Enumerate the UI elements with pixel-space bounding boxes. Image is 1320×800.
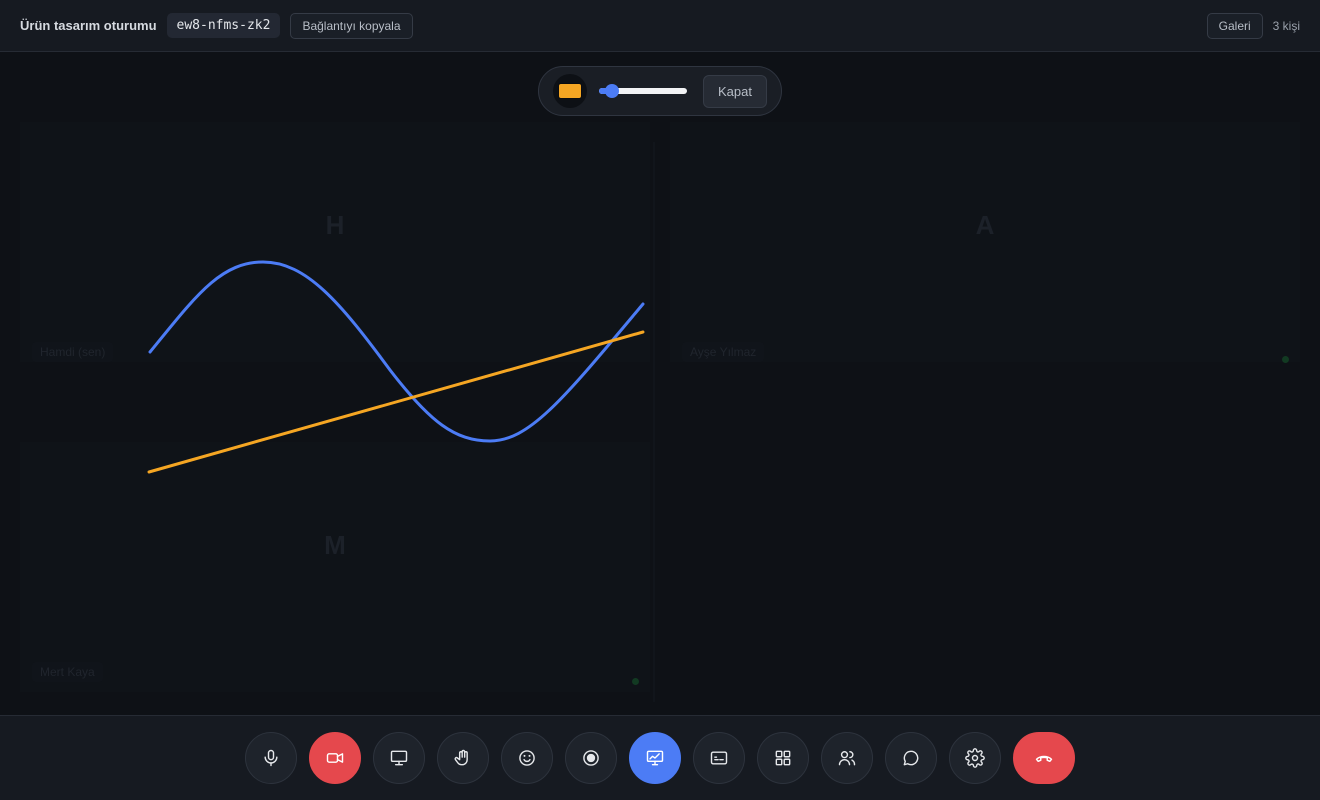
chat-icon xyxy=(901,748,921,768)
whiteboard-icon xyxy=(645,748,665,768)
pen-color-swatch xyxy=(558,83,582,99)
tile-divider xyxy=(653,142,655,702)
control-bar xyxy=(0,715,1320,800)
settings-button[interactable] xyxy=(949,732,1001,784)
participant-tile[interactable]: A Ayşe Yılmaz xyxy=(670,122,1300,363)
participant-avatar: A xyxy=(975,210,995,240)
participant-tile-self[interactable]: H Hamdi (sen) xyxy=(20,122,650,362)
participant-name: Hamdi (sen) xyxy=(32,342,114,362)
video-stage: H Hamdi (sen) A Ayşe Yılmaz M Mert Kaya xyxy=(0,52,1320,715)
microphone-button[interactable] xyxy=(245,732,297,784)
camera-off-icon xyxy=(325,748,345,768)
slider-thumb[interactable] xyxy=(605,84,620,98)
screen-share-button[interactable] xyxy=(373,732,425,784)
top-bar-right: Galeri 3 kişi xyxy=(1206,12,1300,39)
participant-name: Ayşe Yılmaz xyxy=(682,342,765,362)
reactions-button[interactable] xyxy=(501,732,553,784)
participant-avatar: M xyxy=(324,530,346,560)
pen-color-picker[interactable] xyxy=(553,74,587,108)
raise-hand-icon xyxy=(453,748,473,768)
leave-call-button[interactable] xyxy=(1013,732,1075,784)
record-button[interactable] xyxy=(565,732,617,784)
layout-button[interactable] xyxy=(757,732,809,784)
annotation-toolbar: Kapat xyxy=(538,66,782,116)
close-annotation-button[interactable]: Kapat xyxy=(703,74,767,108)
raise-hand-button[interactable] xyxy=(437,732,489,784)
meeting-app: Ürün tasarım oturumu ew8-nfms-zk2 Bağlan… xyxy=(0,0,1320,800)
layout-gallery-button[interactable]: Galeri xyxy=(1206,12,1263,39)
whiteboard-button[interactable] xyxy=(629,732,681,784)
copy-link-button[interactable]: Bağlantıyı kopyala xyxy=(290,12,413,39)
captions-icon xyxy=(709,748,729,768)
meeting-title: Ürün tasarım oturumu xyxy=(20,18,157,33)
camera-button[interactable] xyxy=(309,732,361,784)
speaking-indicator-icon xyxy=(1282,356,1289,363)
chat-button[interactable] xyxy=(885,732,937,784)
record-icon xyxy=(581,748,601,768)
meeting-code: ew8-nfms-zk2 xyxy=(166,13,281,38)
participant-tile[interactable]: M Mert Kaya xyxy=(20,442,650,692)
emoji-icon xyxy=(517,748,537,768)
settings-icon xyxy=(965,748,985,768)
top-bar: Ürün tasarım oturumu ew8-nfms-zk2 Bağlan… xyxy=(0,0,1320,52)
captions-button[interactable] xyxy=(693,732,745,784)
microphone-icon xyxy=(261,748,281,768)
grid-layout-icon xyxy=(773,748,793,768)
hang-up-icon xyxy=(1034,748,1054,768)
participant-count: 3 kişi xyxy=(1272,18,1300,33)
stroke-width-slider[interactable] xyxy=(599,84,689,98)
participant-name: Mert Kaya xyxy=(32,662,103,682)
participants-button[interactable] xyxy=(821,732,873,784)
speaking-indicator-icon xyxy=(632,678,639,685)
participant-avatar: H xyxy=(325,210,345,240)
participants-icon xyxy=(837,748,857,768)
screen-share-icon xyxy=(389,748,409,768)
